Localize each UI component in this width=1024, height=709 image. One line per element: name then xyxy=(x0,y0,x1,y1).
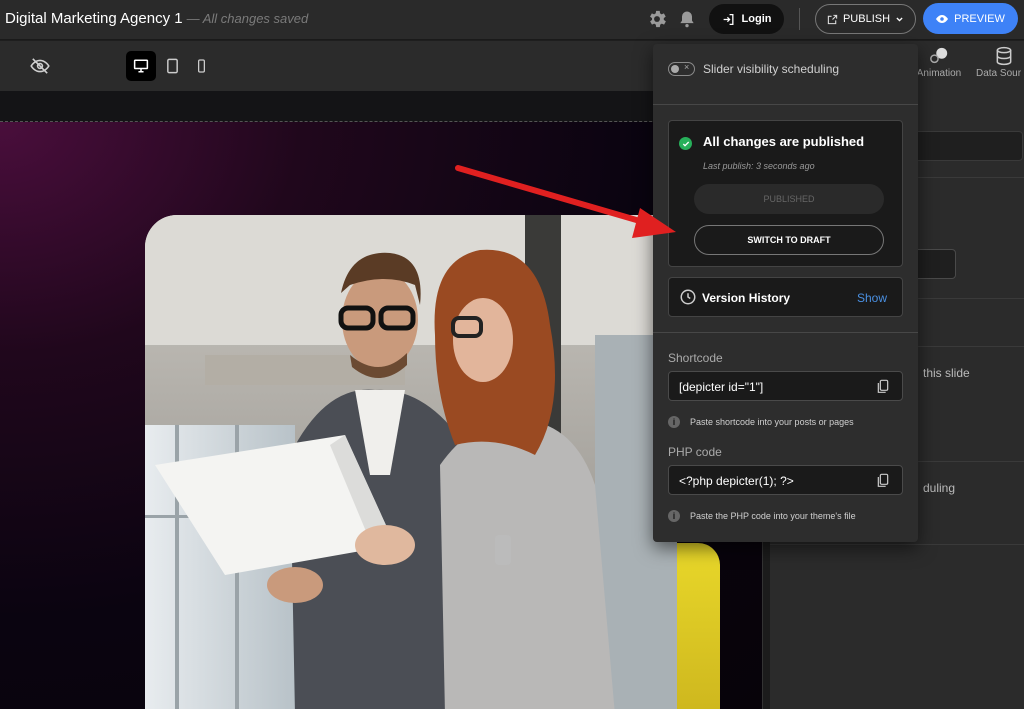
login-label: Login xyxy=(741,13,772,25)
clock-icon xyxy=(680,289,696,305)
settings-divider xyxy=(770,544,1024,545)
publish-popover: × Slider visibility scheduling All chang… xyxy=(653,44,918,542)
eye-slash-icon xyxy=(30,58,50,74)
scheduling-label: Slider visibility scheduling xyxy=(703,62,840,76)
mobile-view-button[interactable] xyxy=(190,51,212,81)
topbar-divider xyxy=(799,8,800,30)
info-icon: i xyxy=(668,510,680,522)
toggle-visibility-button[interactable] xyxy=(28,51,52,81)
php-code-field[interactable]: <?php depicter(1); ?> xyxy=(668,465,903,495)
scheduling-toggle[interactable]: × xyxy=(668,62,695,76)
eye-icon xyxy=(936,14,949,23)
check-circle-icon xyxy=(679,137,692,150)
desktop-icon xyxy=(133,59,149,73)
popover-divider xyxy=(653,104,918,105)
slide-canvas[interactable] xyxy=(0,91,762,709)
shortcode-hint: i Paste shortcode into your posts or pag… xyxy=(668,416,854,428)
login-icon xyxy=(723,13,734,25)
database-icon xyxy=(996,46,1012,66)
show-version-history-link[interactable]: Show xyxy=(857,291,887,305)
tab-data-source[interactable]: Data Sour xyxy=(976,46,1024,79)
animation-icon xyxy=(930,47,948,64)
version-history-row[interactable]: Version History Show xyxy=(668,277,903,317)
php-code-value: <?php depicter(1); ?> xyxy=(679,474,794,488)
tablet-icon xyxy=(166,58,178,74)
settings-text-scheduling: duling xyxy=(923,481,956,495)
shortcode-label: Shortcode xyxy=(668,351,723,365)
toggle-off-icon: × xyxy=(684,62,690,72)
publish-status-box: All changes are published Last publish: … xyxy=(668,120,903,267)
php-code-label: PHP code xyxy=(668,445,722,459)
tab-animation[interactable]: Animation xyxy=(914,46,964,79)
bell-icon[interactable] xyxy=(677,8,697,30)
save-status: — All changes saved xyxy=(186,11,309,26)
published-button: PUBLISHED xyxy=(694,184,884,214)
gear-icon[interactable] xyxy=(646,8,668,30)
publish-button[interactable]: PUBLISH xyxy=(815,4,916,34)
publish-status-title: All changes are published xyxy=(703,134,865,149)
tab-animation-label: Animation xyxy=(916,68,962,79)
version-history-label: Version History xyxy=(702,291,791,305)
tablet-view-button[interactable] xyxy=(160,51,184,81)
tab-data-source-label: Data Sour xyxy=(976,68,1022,79)
top-bar: Digital Marketing Agency 1— All changes … xyxy=(0,0,1024,40)
last-publish-time: Last publish: 3 seconds ago xyxy=(703,161,815,171)
desktop-view-button[interactable] xyxy=(126,51,156,81)
preview-label: PREVIEW xyxy=(954,12,1005,25)
business-people-photo[interactable] xyxy=(145,215,677,709)
copy-icon[interactable] xyxy=(876,473,890,489)
login-button[interactable]: Login xyxy=(709,4,784,34)
preview-button[interactable]: PREVIEW xyxy=(923,3,1018,34)
settings-text-slide: this slide xyxy=(923,366,970,380)
copy-icon[interactable] xyxy=(876,379,890,395)
shortcode-field[interactable]: [depicter id="1"] xyxy=(668,371,903,401)
mobile-icon xyxy=(197,59,205,73)
slide-boundary-line xyxy=(0,121,762,122)
shortcode-hint-text: Paste shortcode into your posts or pages xyxy=(690,417,854,427)
php-code-hint: i Paste the PHP code into your theme's f… xyxy=(668,510,856,522)
php-code-hint-text: Paste the PHP code into your theme's fil… xyxy=(690,511,856,521)
document-name: Digital Marketing Agency 1 xyxy=(5,10,183,27)
switch-to-draft-button[interactable]: SWITCH TO DRAFT xyxy=(694,225,884,255)
info-icon: i xyxy=(668,416,680,428)
chevron-down-icon xyxy=(896,17,903,22)
settings-field-1[interactable] xyxy=(910,131,1023,161)
publish-label: PUBLISH xyxy=(842,13,891,25)
toggle-knob xyxy=(671,65,679,73)
external-link-icon xyxy=(827,14,838,24)
shortcode-value: [depicter id="1"] xyxy=(679,380,764,394)
document-title[interactable]: Digital Marketing Agency 1— All changes … xyxy=(5,10,308,27)
app-window: Digital Marketing Agency 1— All changes … xyxy=(0,0,1024,709)
popover-divider xyxy=(653,332,918,333)
